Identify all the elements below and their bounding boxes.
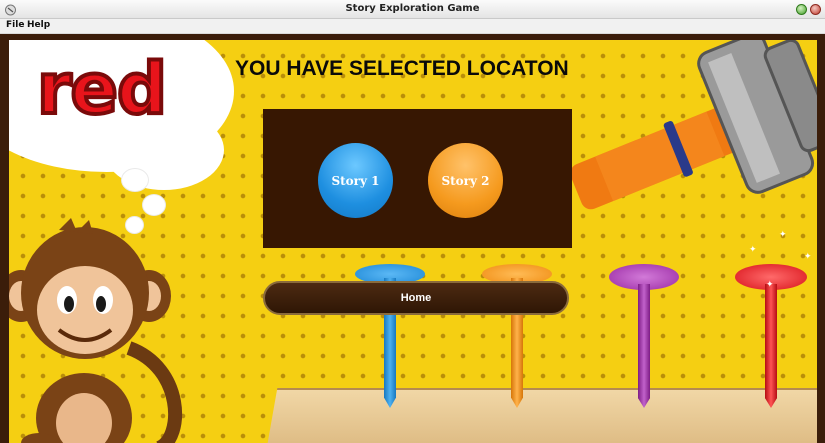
sparkle-icon: ✦ bbox=[779, 230, 787, 240]
thought-dot-medium bbox=[142, 194, 166, 216]
sparkle-icon: ✦ bbox=[766, 280, 774, 290]
home-button[interactable]: Home bbox=[263, 281, 569, 315]
thought-dot-large bbox=[121, 168, 149, 192]
minimize-button[interactable] bbox=[796, 4, 807, 15]
close-button[interactable] bbox=[810, 4, 821, 15]
menu-help[interactable]: Help bbox=[27, 20, 50, 30]
selection-headline: YOU HAVE SELECTED LOCATON bbox=[235, 57, 569, 80]
sparkle-icon: ✦ bbox=[749, 245, 757, 255]
window-title: Story Exploration Game bbox=[345, 3, 480, 14]
monkey-mascot-icon bbox=[9, 218, 183, 443]
sparkle-icon: ✦ bbox=[804, 252, 812, 262]
hammer-icon bbox=[570, 40, 817, 210]
title-bar: Story Exploration Game bbox=[0, 0, 825, 19]
menu-file[interactable]: File bbox=[6, 20, 24, 30]
menu-bar: File Help bbox=[0, 19, 825, 34]
pegboard-background: red ✦ ✦ ✦ ✦ YOU HAVE SELECTED LOCATON St… bbox=[9, 40, 817, 443]
purple-nail-icon bbox=[609, 264, 679, 414]
story-2-button[interactable]: Story 2 bbox=[428, 143, 503, 218]
story-panel bbox=[263, 109, 572, 248]
story-1-button[interactable]: Story 1 bbox=[318, 143, 393, 218]
color-word: red bbox=[35, 48, 169, 130]
game-stage: red ✦ ✦ ✦ ✦ YOU HAVE SELECTED LOCATON St… bbox=[0, 34, 825, 443]
